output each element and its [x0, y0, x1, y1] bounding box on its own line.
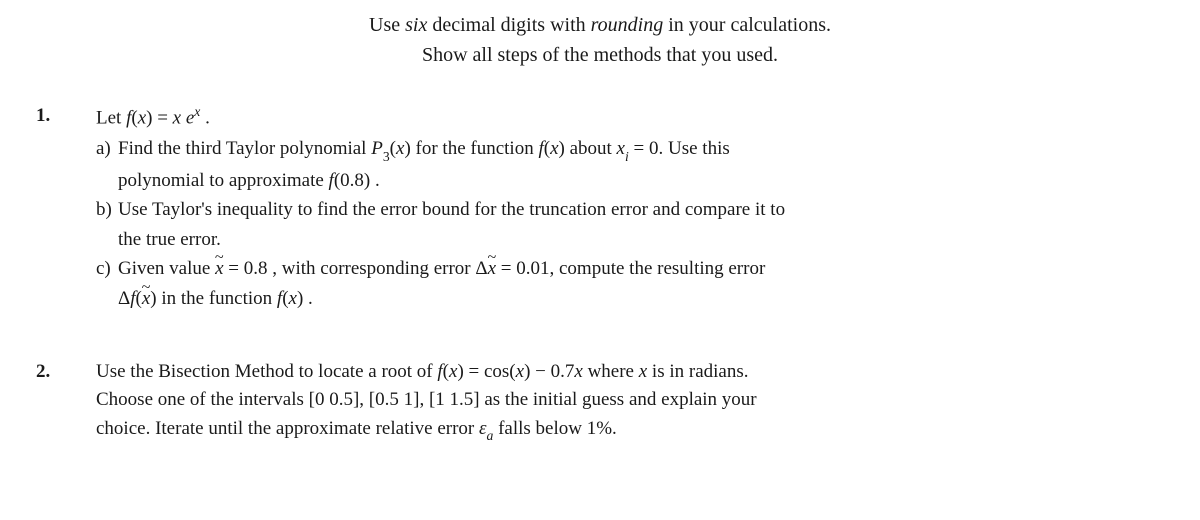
- p2-l1-t5: ) = cos(: [457, 361, 515, 382]
- p1a-line2: polynomial to approximate f(0.8) .: [118, 167, 1170, 196]
- instruction-line-1: Use six decimal digits with rounding in …: [30, 10, 1170, 40]
- p1c-l2-t1: Δ: [118, 288, 130, 309]
- problem-1-intro: Let f(x) = x ex .: [96, 102, 1170, 133]
- p1c-l2-t8: x: [289, 288, 297, 309]
- p1c-l2-t4: x: [142, 285, 150, 314]
- problem-1-part-b: b) Use Taylor's inequality to find the e…: [96, 196, 1170, 225]
- instr1-a: Use: [369, 14, 405, 36]
- problem-2: 2. Use the Bisection Method to locate a …: [30, 358, 1170, 445]
- instr1-c: decimal digits with: [427, 14, 590, 36]
- p1c-line1: Given value x = 0.8 , with corresponding…: [118, 255, 1170, 284]
- p1c-l1-t3: = 0.8 , with corresponding error Δ: [224, 258, 488, 279]
- p1a-l1-t12: i: [625, 149, 629, 164]
- p1b-label: b): [96, 196, 118, 225]
- p1c-line2: Δf(x) in the function f(x) .: [118, 285, 1170, 314]
- p1b-line1: Use Taylor's inequality to find the erro…: [118, 196, 1170, 225]
- p2-l3-t3: a: [486, 428, 493, 443]
- p1c-l1-t5: = 0.01, compute the resulting error: [496, 258, 765, 279]
- p1c-l1-t4: x: [488, 255, 496, 284]
- p2-l3-t4: falls below 1%.: [493, 418, 616, 439]
- p2-l1-t6: x: [516, 361, 524, 382]
- p2-l1-t9: where: [583, 361, 639, 382]
- p1c-label: c): [96, 255, 118, 284]
- p1a-l2-t1: polynomial to approximate: [118, 170, 329, 191]
- instruction-line-2: Show all steps of the methods that you u…: [30, 40, 1170, 70]
- p2-l1-t7: ) − 0.7: [524, 361, 574, 382]
- p1a-l1-t13: = 0. Use this: [629, 138, 730, 159]
- p2-l3-t1: choice. Iterate until the approximate re…: [96, 418, 479, 439]
- instructions-block: Use six decimal digits with rounding in …: [30, 10, 1170, 70]
- problems-list: 1. Let f(x) = x ex . a) Find the third T…: [30, 102, 1170, 445]
- p1-intro-t4: x: [138, 107, 146, 128]
- problem-1: 1. Let f(x) = x ex . a) Find the third T…: [30, 102, 1170, 314]
- p1a-l1-t3: 3: [383, 149, 390, 164]
- p1c-l2-t5: ) in the function: [150, 288, 277, 309]
- p1a-l1-t9: x: [550, 138, 558, 159]
- p2-line1: Use the Bisection Method to locate a roo…: [96, 358, 1170, 387]
- p1a-label: a): [96, 135, 118, 165]
- problem-1-part-c: c) Given value x = 0.8 , with correspond…: [96, 255, 1170, 284]
- p1-intro-t8: .: [200, 107, 210, 128]
- p1c-l1-t2: x: [215, 255, 223, 284]
- p1-intro-t6: x e: [173, 107, 195, 128]
- p1a-l1-t6: ) for the function: [404, 138, 538, 159]
- problem-2-body: Use the Bisection Method to locate a roo…: [96, 358, 1170, 445]
- problem-1-body: Let f(x) = x ex . a) Find the third Tayl…: [96, 102, 1170, 314]
- p2-l1-t8: x: [574, 361, 582, 382]
- p1a-l1-t10: ) about: [559, 138, 617, 159]
- p1a-line1: Find the third Taylor polynomial P3(x) f…: [118, 135, 1170, 165]
- instr1-e: in your calculations.: [663, 14, 831, 36]
- p1a-l1-t11: x: [617, 138, 625, 159]
- instr1-b: six: [405, 14, 427, 36]
- p1b-line2: the true error.: [118, 226, 1170, 255]
- instr1-d: rounding: [591, 14, 664, 36]
- p1a-l1-t1: Find the third Taylor polynomial: [118, 138, 371, 159]
- p2-l1-t11: is in radians.: [647, 361, 748, 382]
- p2-l1-t1: Use the Bisection Method to locate a roo…: [96, 361, 437, 382]
- p2-l1-t10: x: [639, 361, 647, 382]
- problem-1-number: 1.: [30, 102, 96, 314]
- p1c-l1-t1: Given value: [118, 258, 215, 279]
- problem-2-number: 2.: [30, 358, 96, 445]
- p1a-l2-t3: (0.8) .: [334, 170, 380, 191]
- p1-intro-t5: ) =: [146, 107, 173, 128]
- p1c-l2-t9: ) .: [297, 288, 313, 309]
- p1a-l1-t2: P: [371, 138, 383, 159]
- p1-intro-t1: Let: [96, 107, 126, 128]
- problem-1-part-a: a) Find the third Taylor polynomial P3(x…: [96, 135, 1170, 165]
- p2-line3: choice. Iterate until the approximate re…: [96, 415, 1170, 445]
- p2-line2: Choose one of the intervals [0 0.5], [0.…: [96, 386, 1170, 415]
